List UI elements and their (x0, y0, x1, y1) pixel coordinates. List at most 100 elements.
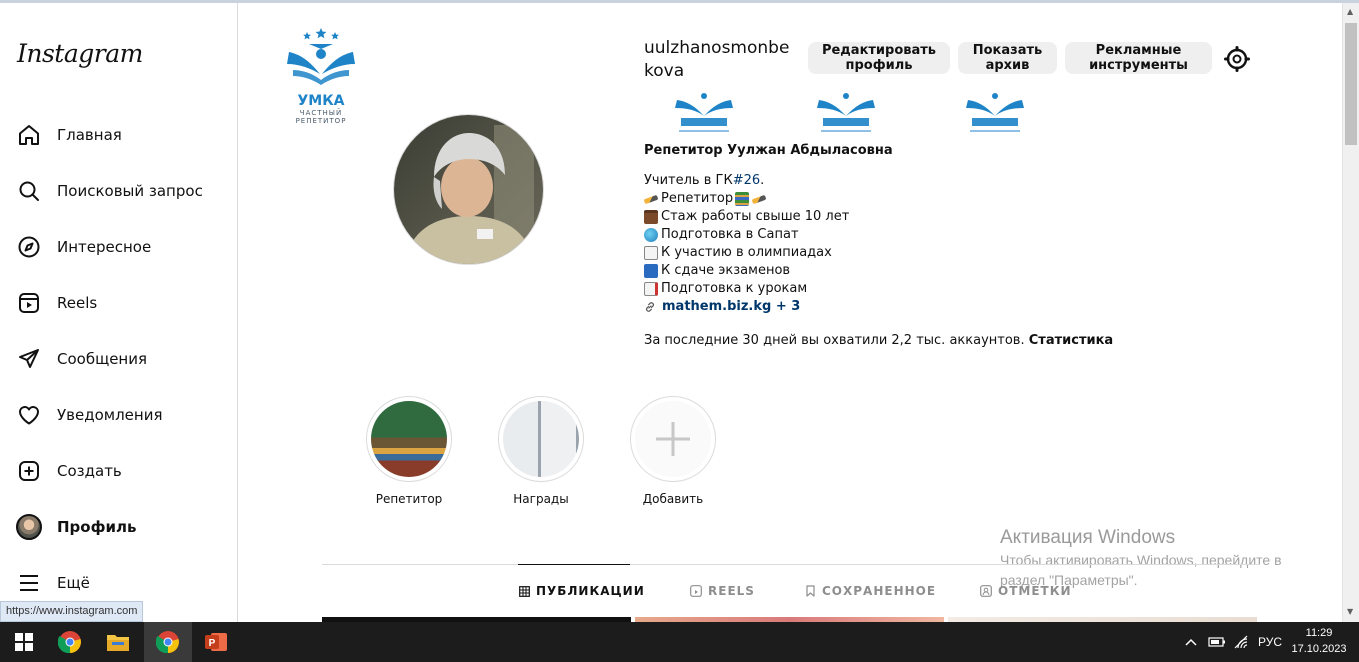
grid-icon (519, 585, 530, 597)
sidebar-item-label: Интересное (57, 238, 152, 256)
wifi-icon[interactable] (1234, 622, 1250, 662)
tab-label: ПУБЛИКАЦИИ (536, 584, 645, 598)
profile-website-link[interactable]: mathem.biz.kg + 3 (662, 298, 800, 316)
bio-text: Стаж работы свыше 10 лет (661, 209, 850, 224)
sidebar-item-more[interactable]: Ещё (15, 563, 230, 603)
sidebar-item-label: Ещё (57, 574, 90, 592)
active-tab-indicator (518, 564, 630, 565)
bio-line: Стаж работы свыше 10 лет (644, 208, 849, 226)
taskbar-file-explorer[interactable] (94, 622, 142, 662)
tag-user-icon (980, 585, 992, 597)
bio-line: mathem.biz.kg + 3 (644, 298, 849, 316)
tab-label: REELS (708, 584, 755, 598)
plus-square-icon (15, 457, 43, 485)
instagram-profile-page: Instagram Главная Поисковый запрос Интер… (0, 0, 1359, 662)
insights-summary: За последние 30 дней вы охватили 2,2 тыс… (644, 333, 1113, 348)
taskbar-chrome-active[interactable] (144, 622, 192, 662)
sidebar-item-home[interactable]: Главная (15, 115, 230, 155)
tray-chevron-icon[interactable] (1184, 622, 1198, 662)
sidebar-item-search[interactable]: Поисковый запрос (15, 171, 230, 211)
bio-line: Репетитор (643, 190, 849, 208)
blue-book-icon (644, 264, 658, 278)
sidebar-item-label: Профиль (57, 518, 137, 536)
clock-time: 11:29 (1305, 627, 1333, 639)
bio-text: К сдаче экзаменов (661, 263, 791, 278)
tabs-divider (322, 564, 1260, 565)
bio-line: К сдаче экзаменов (644, 262, 849, 280)
svg-text:P: P (209, 638, 216, 649)
highlight-label: Добавить (642, 492, 704, 506)
folder-icon (107, 635, 129, 651)
scrollbar-thumb[interactable] (1345, 23, 1357, 145)
bio-line: Подготовка в Сапат (644, 226, 849, 244)
settings-gear-icon[interactable] (1223, 45, 1251, 73)
sidebar-item-reels[interactable]: Reels (15, 283, 230, 323)
insights-text: За последние 30 дней вы охватили 2,2 тыс… (644, 333, 1025, 348)
umka-mini-logo-icon (675, 93, 733, 132)
tab-tagged[interactable]: ОТМЕТКИ (980, 584, 1072, 598)
powerpoint-icon: P (205, 633, 227, 651)
bio-text: Учитель в ГК (644, 173, 733, 188)
page-scrollbar[interactable]: ▲ ▼ (1342, 3, 1359, 622)
memo-icon (644, 246, 658, 260)
umka-mini-logo-icon (966, 93, 1024, 132)
profile-bio: Учитель в ГК #26. Репетитор Стаж работы … (643, 172, 849, 316)
send-icon (15, 345, 43, 373)
tab-posts[interactable]: ПУБЛИКАЦИИ (519, 584, 645, 598)
taskbar-chrome[interactable] (46, 622, 94, 662)
profile-username: uulzhanosmonbekova (644, 38, 790, 81)
bio-text: Репетитор (661, 191, 734, 206)
sidebar-item-label: Reels (57, 294, 98, 312)
highlight-cover (630, 396, 716, 482)
profile-photo[interactable] (393, 114, 544, 265)
pencil-icon (643, 194, 659, 204)
sidebar-item-messages[interactable]: Сообщения (15, 339, 230, 379)
tab-reels[interactable]: REELS (690, 584, 755, 598)
sidebar-item-label: Поисковый запрос (57, 182, 203, 200)
sidebar-item-label: Сообщения (57, 350, 148, 368)
highlight-item[interactable]: Награды (498, 396, 584, 506)
sidebar-item-explore[interactable]: Интересное (15, 227, 230, 267)
sidebar-item-label: Уведомления (57, 406, 163, 424)
taskbar-powerpoint[interactable]: P (192, 622, 240, 662)
bio-line: Подготовка к урокам (644, 280, 849, 298)
scroll-down-arrow-icon[interactable]: ▼ (1347, 607, 1353, 616)
instagram-logo[interactable]: Instagram (17, 39, 143, 68)
chrome-icon (156, 631, 179, 654)
sidebar-item-label: Создать (57, 462, 122, 480)
home-icon (15, 121, 43, 149)
bio-text: Подготовка к урокам (661, 281, 808, 296)
edit-profile-button[interactable]: Редактировать профиль (808, 42, 950, 74)
highlight-item[interactable]: Репетитор (366, 396, 452, 506)
brand-subtitle: ЧАСТНЫЙ РЕПЕТИТОР (295, 109, 347, 125)
menu-icon (15, 569, 43, 597)
windows-activation-title: Активация Windows (1000, 527, 1176, 548)
language-indicator[interactable]: РУС (1258, 622, 1282, 662)
briefcase-icon (644, 210, 658, 224)
bio-text: . (760, 173, 765, 188)
tab-label: ОТМЕТКИ (998, 584, 1072, 598)
bio-line: К участию в олимпиадах (644, 244, 849, 262)
sidebar-item-profile[interactable]: Профиль (15, 507, 230, 547)
tab-saved[interactable]: СОХРАНЕННОЕ (805, 584, 936, 598)
hashtag-link[interactable]: #26 (733, 172, 760, 190)
brand-name: УМКА (297, 93, 345, 109)
scroll-up-arrow-icon[interactable]: ▲ (1347, 7, 1353, 16)
highlight-label: Репетитор (375, 492, 443, 506)
sidebar-item-notifications[interactable]: Уведомления (15, 395, 230, 435)
taskbar-clock[interactable]: 11:29 17.10.2023 (1290, 625, 1348, 657)
sidebar-item-create[interactable]: Создать (15, 451, 230, 491)
insights-link[interactable]: Статистика (1029, 333, 1113, 348)
show-archive-button[interactable]: Показать архив (958, 42, 1057, 74)
reels-icon (15, 289, 43, 317)
highlight-add[interactable]: Добавить (630, 396, 716, 506)
highlight-label: Награды (513, 492, 569, 506)
windows-taskbar: P РУС 11:29 17.10.2023 (0, 622, 1359, 662)
bio-text: К участию в олимпиадах (661, 245, 832, 260)
start-button[interactable] (0, 622, 48, 662)
bio-text: Подготовка в Сапат (661, 227, 799, 242)
reels-icon (690, 585, 702, 597)
bio-line: Учитель в ГК #26. (644, 172, 849, 190)
battery-icon[interactable] (1208, 622, 1226, 662)
ad-tools-button[interactable]: Рекламные инструменты (1065, 42, 1212, 74)
